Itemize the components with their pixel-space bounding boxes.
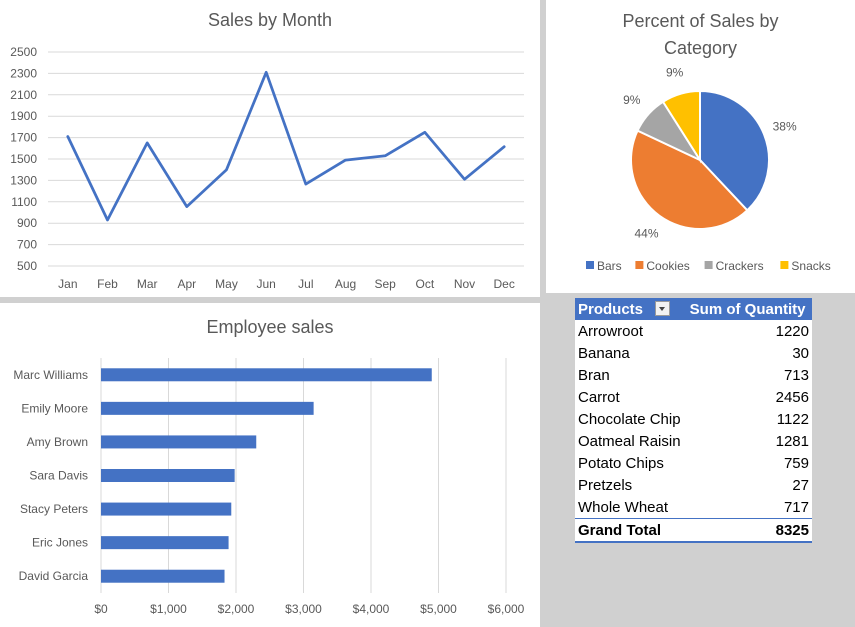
x-tick-label: $5,000 [420,602,457,616]
y-category-label: Eric Jones [32,536,88,550]
pivot-product-cell: Potato Chips [578,454,664,472]
x-tick-label: Feb [97,277,118,291]
bar-chart: $0 $1,000 $2,000 $3,000 $4,000 $5,000 $6,000 Ma… [13,358,525,616]
y-category-label: Stacy Peters [20,502,88,516]
pie-chart: 38% 44% 9% 9% Bars Cookies Crackers Snacks [586,66,831,273]
x-tick-label: $4,000 [353,602,390,616]
legend-swatch-snacks [780,261,789,269]
y-tick-label: 1900 [10,109,37,123]
pivot-product-cell: Chocolate Chip [578,410,681,428]
pie-data-label: 44% [634,227,658,241]
pivot-product-cell: Pretzels [578,476,633,494]
y-tick-label: 700 [17,238,37,252]
pivot-quantity-cell: 1220 [775,322,809,340]
y-tick-label: 2300 [10,66,37,80]
employee-bar [101,368,432,382]
y-category-label: Emily Moore [21,401,88,415]
legend-label-bars: Bars [597,259,622,273]
pivot-total-value: 8325 [686,518,812,543]
pivot-row[interactable]: Pretzels 27 [575,474,812,496]
x-tick-label: Jan [58,277,77,291]
x-tick-label: Jun [256,277,275,291]
legend-label-cookies: Cookies [646,259,689,273]
y-category-label: Marc Williams [13,368,88,382]
pie-data-label: 38% [773,120,797,134]
pivot-product-cell: Arrowroot [578,322,644,340]
y-category-label: David Garcia [19,569,89,583]
y-tick-label: 1300 [10,173,37,187]
legend-swatch-cookies [635,261,644,269]
x-tick-label: Sep [374,277,396,291]
line-chart-panel[interactable]: Sales by Month 500 700 900 1100 1300 1500 1700… [0,0,540,297]
pie-chart-panel[interactable]: Percent of Sales by Category 38% 44% 9% 9% B… [546,0,855,293]
pivot-header-products-label: Products [578,300,644,318]
employee-bar [101,401,314,415]
y-category-label: Amy Brown [27,435,88,449]
pivot-product-cell: Whole Wheat [578,498,669,516]
x-tick-label: $3,000 [285,602,322,616]
line-chart: 500 700 900 1100 1300 1500 1700 1900 2100 2300 250… [10,45,524,291]
y-tick-label: 2100 [10,88,37,102]
pivot-quantity-cell: 27 [792,476,809,494]
pivot-quantity-cell: 759 [783,454,809,472]
y-tick-label: 500 [17,259,37,273]
y-tick-label: 1100 [11,195,37,209]
pivot-total-label: Grand Total [575,518,687,543]
x-tick-label: $6,000 [488,602,525,616]
pivot-quantity-cell: 717 [783,498,809,516]
pivot-product-cell: Bran [578,366,610,384]
x-tick-label: Nov [454,277,475,291]
filter-dropdown-icon[interactable] [655,300,671,316]
x-tick-label: $2,000 [218,602,255,616]
y-tick-label: 1500 [10,152,37,166]
x-tick-label: Aug [335,277,356,291]
y-tick-label: 1700 [10,131,37,145]
employee-bar [101,502,232,516]
pivot-header-products[interactable]: Products [575,298,687,320]
x-tick-label: May [215,277,238,291]
pivot-row[interactable]: Oatmeal Raisin 1281 [575,430,812,452]
pivot-row[interactable]: Arrowroot 1220 [575,320,812,342]
employee-bar [101,569,225,583]
x-tick-label: $1,000 [150,602,187,616]
y-tick-label: 900 [17,216,37,230]
pivot-quantity-cell: 30 [792,344,809,362]
pivot-product-cell: Carrot [578,388,620,406]
x-tick-label: Jul [298,277,313,291]
x-tick-label: $0 [94,602,108,616]
pivot-quantity-cell: 2456 [775,388,809,406]
legend-swatch-bars [586,261,594,269]
employee-bar [101,469,235,482]
pivot-quantity-cell: 1281 [775,432,809,450]
bar-chart-panel[interactable]: Employee sales $0 $1,000 $2,000 $3,000 $4,00… [0,303,540,627]
pie-data-label: 9% [623,93,641,107]
pivot-row[interactable]: Bran 713 [575,364,812,386]
pivot-table[interactable]: Products Sum of Quantity Arrowroot 1220 Ba… [575,298,812,543]
pivot-quantity-cell: 713 [783,366,809,384]
pivot-row[interactable]: Carrot 2456 [575,386,812,408]
pivot-row[interactable]: Potato Chips 759 [575,452,812,474]
legend-label-snacks: Snacks [791,259,830,273]
x-tick-label: Dec [493,277,514,291]
y-tick-label: 2500 [10,45,37,59]
pivot-quantity-cell: 1122 [776,410,809,428]
x-tick-label: Mar [137,277,158,291]
employee-bar [101,435,257,449]
pivot-row[interactable]: Chocolate Chip 1122 [575,408,812,430]
employee-bar [101,536,229,550]
pivot-header-row: Products Sum of Quantity [575,298,812,320]
x-tick-label: Oct [415,277,434,291]
pivot-product-cell: Oatmeal Raisin [578,432,681,450]
legend-label-crackers: Crackers [716,259,764,273]
pivot-row[interactable]: Whole Wheat 717 [575,496,812,519]
x-tick-label: Apr [177,277,196,291]
pie-data-label: 9% [666,66,684,80]
pivot-row[interactable]: Banana 30 [575,342,812,364]
y-category-label: Sara Davis [29,469,88,483]
pivot-product-cell: Banana [578,344,630,362]
pivot-total-row[interactable]: Grand Total 8325 [575,518,812,543]
legend-swatch-crackers [704,261,713,269]
pivot-header-quantity[interactable]: Sum of Quantity [686,298,812,320]
